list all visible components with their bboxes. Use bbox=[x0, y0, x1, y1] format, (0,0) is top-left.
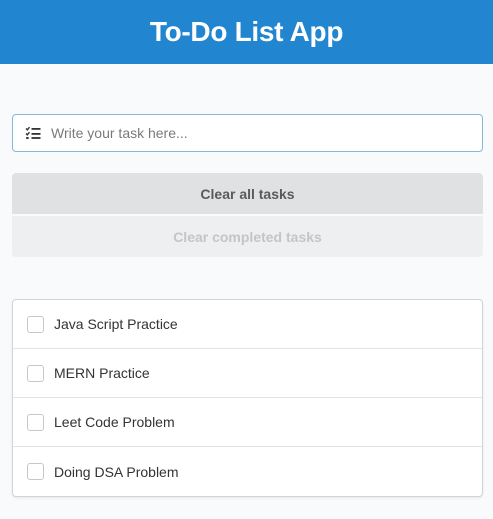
task-checkbox[interactable] bbox=[27, 315, 44, 333]
app-title: To-Do List App bbox=[149, 16, 344, 47]
clear-completed-tasks-button[interactable]: Clear completed tasks bbox=[12, 216, 483, 257]
task-item[interactable]: Doing DSA Problem bbox=[13, 447, 482, 496]
task-list: Java Script Practice MERN Practice Leet … bbox=[12, 299, 483, 497]
task-checkbox[interactable] bbox=[27, 364, 44, 382]
task-input-container[interactable] bbox=[12, 114, 483, 152]
task-item[interactable]: Leet Code Problem bbox=[13, 398, 482, 447]
task-label: MERN Practice bbox=[54, 365, 150, 381]
task-input[interactable] bbox=[51, 115, 482, 151]
clear-all-tasks-button[interactable]: Clear all tasks bbox=[12, 173, 483, 214]
task-item[interactable]: Java Script Practice bbox=[13, 300, 482, 349]
task-label: Leet Code Problem bbox=[54, 414, 175, 430]
tasks-list-icon bbox=[25, 126, 41, 140]
task-checkbox[interactable] bbox=[27, 463, 44, 480]
task-item[interactable]: MERN Practice bbox=[13, 349, 482, 398]
task-label: Doing DSA Problem bbox=[54, 463, 179, 480]
app-header: To-Do List App bbox=[0, 0, 493, 64]
task-label: Java Script Practice bbox=[54, 316, 178, 332]
task-checkbox[interactable] bbox=[27, 413, 44, 431]
